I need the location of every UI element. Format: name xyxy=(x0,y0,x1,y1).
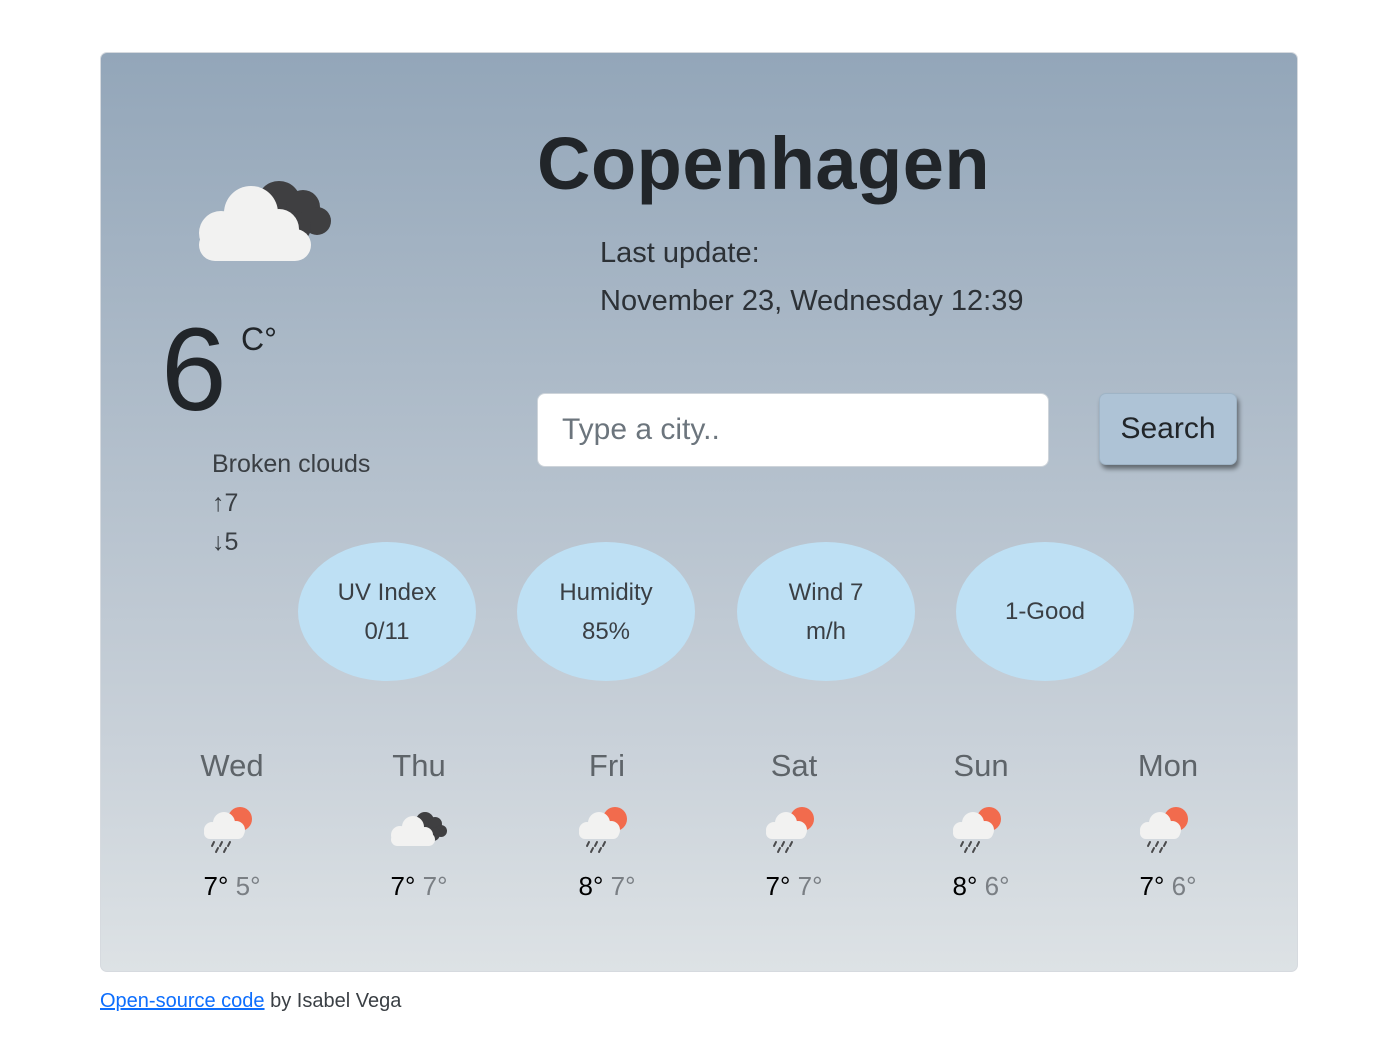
city-name: Copenhagen xyxy=(537,122,991,205)
broken-clouds-icon xyxy=(191,169,336,264)
forecast-day: Wed 7° 5° xyxy=(167,743,297,902)
sun-rain-cloud-icon xyxy=(949,803,1013,855)
air-quality-value: 1-Good xyxy=(1004,598,1086,625)
forecast-min: 5° xyxy=(235,871,261,901)
sun-rain-cloud-icon xyxy=(1136,803,1200,855)
forecast-day-name: Sat xyxy=(770,748,818,783)
current-temperature: 6 xyxy=(161,304,227,436)
humidity-value: 85% xyxy=(581,617,631,645)
forecast-min: 7° xyxy=(610,871,636,901)
forecast-temps: 7° 7° xyxy=(354,871,484,902)
forecast-day: Fri 8° 7° xyxy=(542,743,672,902)
footer: Open-source code by Isabel Vega xyxy=(100,990,401,1013)
sun-rain-cloud-icon xyxy=(762,803,826,855)
uv-index-value: 0/11 xyxy=(364,617,410,645)
wind-unit: m/h xyxy=(805,617,846,645)
forecast-max: 8° xyxy=(578,871,604,901)
uv-index-label: UV Index xyxy=(337,578,437,606)
forecast-max: 7° xyxy=(765,871,791,901)
forecast-min: 7° xyxy=(797,871,823,901)
forecast-day-name: Fri xyxy=(588,748,626,783)
forecast-temps: 8° 6° xyxy=(916,871,1046,902)
forecast-max: 7° xyxy=(390,871,416,901)
forecast-min: 6° xyxy=(984,871,1010,901)
sun-rain-cloud-icon xyxy=(200,803,264,855)
sun-rain-cloud-icon xyxy=(575,803,639,855)
city-search-input[interactable] xyxy=(537,393,1049,467)
last-update-label: Last update: xyxy=(600,237,760,269)
forecast-temps: 7° 5° xyxy=(167,871,297,902)
forecast-temps: 7° 7° xyxy=(729,871,859,902)
humidity-bubble: Humidity 85% xyxy=(517,542,695,681)
weather-card: 6 C° Broken clouds ↑7 ↓5 Copenhagen Last… xyxy=(100,52,1298,972)
forecast-max: 7° xyxy=(203,871,229,901)
forecast-day-name: Wed xyxy=(200,748,264,783)
footer-byline: by Isabel Vega xyxy=(264,990,402,1012)
air-quality-bubble: 1-Good xyxy=(956,542,1134,681)
broken-clouds-icon xyxy=(387,803,451,855)
search-button[interactable]: Search xyxy=(1099,393,1237,465)
forecast-day: Mon 7° 6° xyxy=(1103,743,1233,902)
wind-label: Wind 7 xyxy=(788,578,864,606)
forecast-max: 8° xyxy=(952,871,978,901)
forecast-temps: 7° 6° xyxy=(1103,871,1233,902)
forecast-min: 6° xyxy=(1171,871,1197,901)
forecast-temps: 8° 7° xyxy=(542,871,672,902)
wind-bubble: Wind 7 m/h xyxy=(737,542,915,681)
high-temperature: ↑7 xyxy=(212,489,239,517)
uv-index-bubble: UV Index 0/11 xyxy=(298,542,476,681)
forecast-max: 7° xyxy=(1139,871,1165,901)
forecast-min: 7° xyxy=(422,871,448,901)
open-source-link[interactable]: Open-source code xyxy=(100,990,265,1012)
weather-description: Broken clouds xyxy=(212,450,371,478)
temperature-unit: C° xyxy=(241,321,277,357)
last-update: Last update: November 23, Wednesday 12:3… xyxy=(600,229,1023,325)
forecast-day-name: Mon xyxy=(1137,748,1199,783)
weather-summary: Broken clouds ↑7 ↓5 xyxy=(212,445,370,562)
humidity-label: Humidity xyxy=(559,578,653,606)
forecast-day-name: Sun xyxy=(953,748,1009,783)
last-update-time: November 23, Wednesday 12:39 xyxy=(600,285,1024,317)
forecast-day: Sat 7° 7° xyxy=(729,743,859,902)
forecast-day-name: Thu xyxy=(392,748,446,783)
forecast-day: Thu 7° 7° xyxy=(354,743,484,902)
forecast-day: Sun 8° 6° xyxy=(916,743,1046,902)
